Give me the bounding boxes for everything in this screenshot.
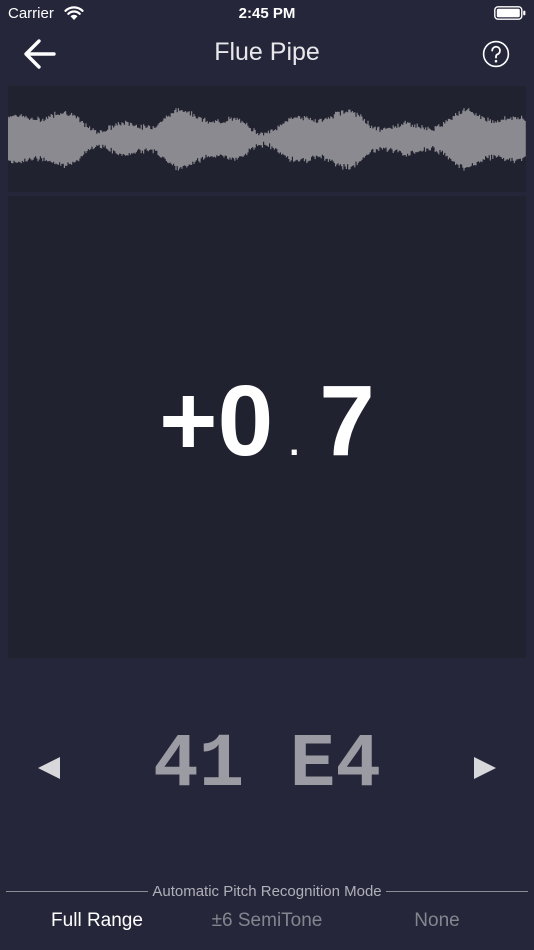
mode-option-none[interactable]: None <box>348 906 526 936</box>
navigation-bar: Flue Pipe <box>0 28 534 80</box>
note-selector: 41 E4 <box>0 720 534 810</box>
note-display: 41 E4 <box>152 722 382 808</box>
cents-integer: +0 <box>159 365 274 477</box>
divider-left <box>6 890 149 892</box>
divider-right <box>385 890 529 892</box>
mode-options: Full Range ±6 SemiTone None <box>0 906 534 936</box>
cents-decimal-point: . <box>289 422 300 463</box>
mode-option-full-range[interactable]: Full Range <box>8 906 186 936</box>
waveform-trace <box>8 108 526 171</box>
status-bar: Carrier 2:45 PM <box>0 0 534 28</box>
clock: 2:45 PM <box>238 5 296 22</box>
question-circle-icon[interactable] <box>482 40 510 68</box>
cents-deviation-readout: +0. 7 <box>8 356 526 486</box>
cents-fraction: 7 <box>319 365 375 477</box>
right-triangle-icon[interactable] <box>472 756 498 780</box>
battery-icon <box>494 6 526 20</box>
mode-section-label: Automatic Pitch Recognition Mode <box>152 882 382 900</box>
waveform-display <box>8 86 526 192</box>
mode-section-header: Automatic Pitch Recognition Mode <box>6 881 529 901</box>
mode-option-semitone[interactable]: ±6 SemiTone <box>178 906 356 936</box>
page-title: Flue Pipe <box>214 38 320 66</box>
tuner-panel: +0. 7 <box>8 196 526 658</box>
waveform-graph <box>8 108 526 171</box>
